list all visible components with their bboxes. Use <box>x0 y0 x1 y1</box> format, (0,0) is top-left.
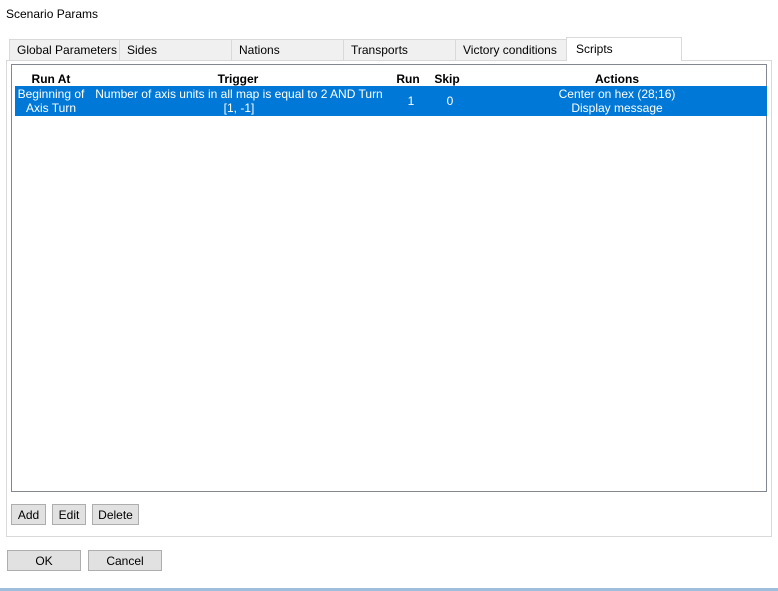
trigger-line-1: Number of axis units in all map is equal… <box>95 87 383 101</box>
tab-global-parameters[interactable]: Global Parameters <box>9 39 120 60</box>
cancel-button[interactable]: Cancel <box>88 550 162 571</box>
column-header-trigger[interactable]: Trigger <box>88 72 388 86</box>
delete-button[interactable]: Delete <box>92 504 139 525</box>
cell-run: 1 <box>407 94 415 108</box>
table-row[interactable]: Beginning of Axis Turn Number of axis un… <box>15 86 767 116</box>
edit-button[interactable]: Edit <box>52 504 86 525</box>
column-header-run-at[interactable]: Run At <box>16 72 86 86</box>
tab-bar: Global Parameters Sides Nations Transpor… <box>9 37 769 61</box>
cell-trigger: Number of axis units in all map is equal… <box>91 87 387 115</box>
cell-actions: Center on hex (28;16) Display message <box>472 87 762 115</box>
action-line-2: Display message <box>571 101 663 115</box>
action-line-1: Center on hex (28;16) <box>558 87 676 101</box>
tab-nations[interactable]: Nations <box>231 39 344 60</box>
scripts-list[interactable]: Run At Trigger Run Skip Actions Beginnin… <box>11 64 767 492</box>
add-button[interactable]: Add <box>11 504 46 525</box>
column-header-skip[interactable]: Skip <box>431 72 463 86</box>
tab-sides[interactable]: Sides <box>119 39 232 60</box>
ok-button[interactable]: OK <box>7 550 81 571</box>
column-header-run[interactable]: Run <box>392 72 424 86</box>
run-at-line-1: Beginning of <box>17 87 85 101</box>
scripts-panel: Run At Trigger Run Skip Actions Beginnin… <box>6 60 772 537</box>
run-at-line-2: Axis Turn <box>25 101 76 115</box>
cell-skip: 0 <box>446 94 454 108</box>
cell-run-at: Beginning of Axis Turn <box>15 87 87 115</box>
column-header-actions[interactable]: Actions <box>472 72 762 86</box>
tab-transports[interactable]: Transports <box>343 39 456 60</box>
tab-victory-conditions[interactable]: Victory conditions <box>455 39 567 60</box>
tab-scripts[interactable]: Scripts <box>566 37 682 61</box>
trigger-line-2: [1, -1] <box>223 101 255 115</box>
window-title: Scenario Params <box>6 7 99 21</box>
